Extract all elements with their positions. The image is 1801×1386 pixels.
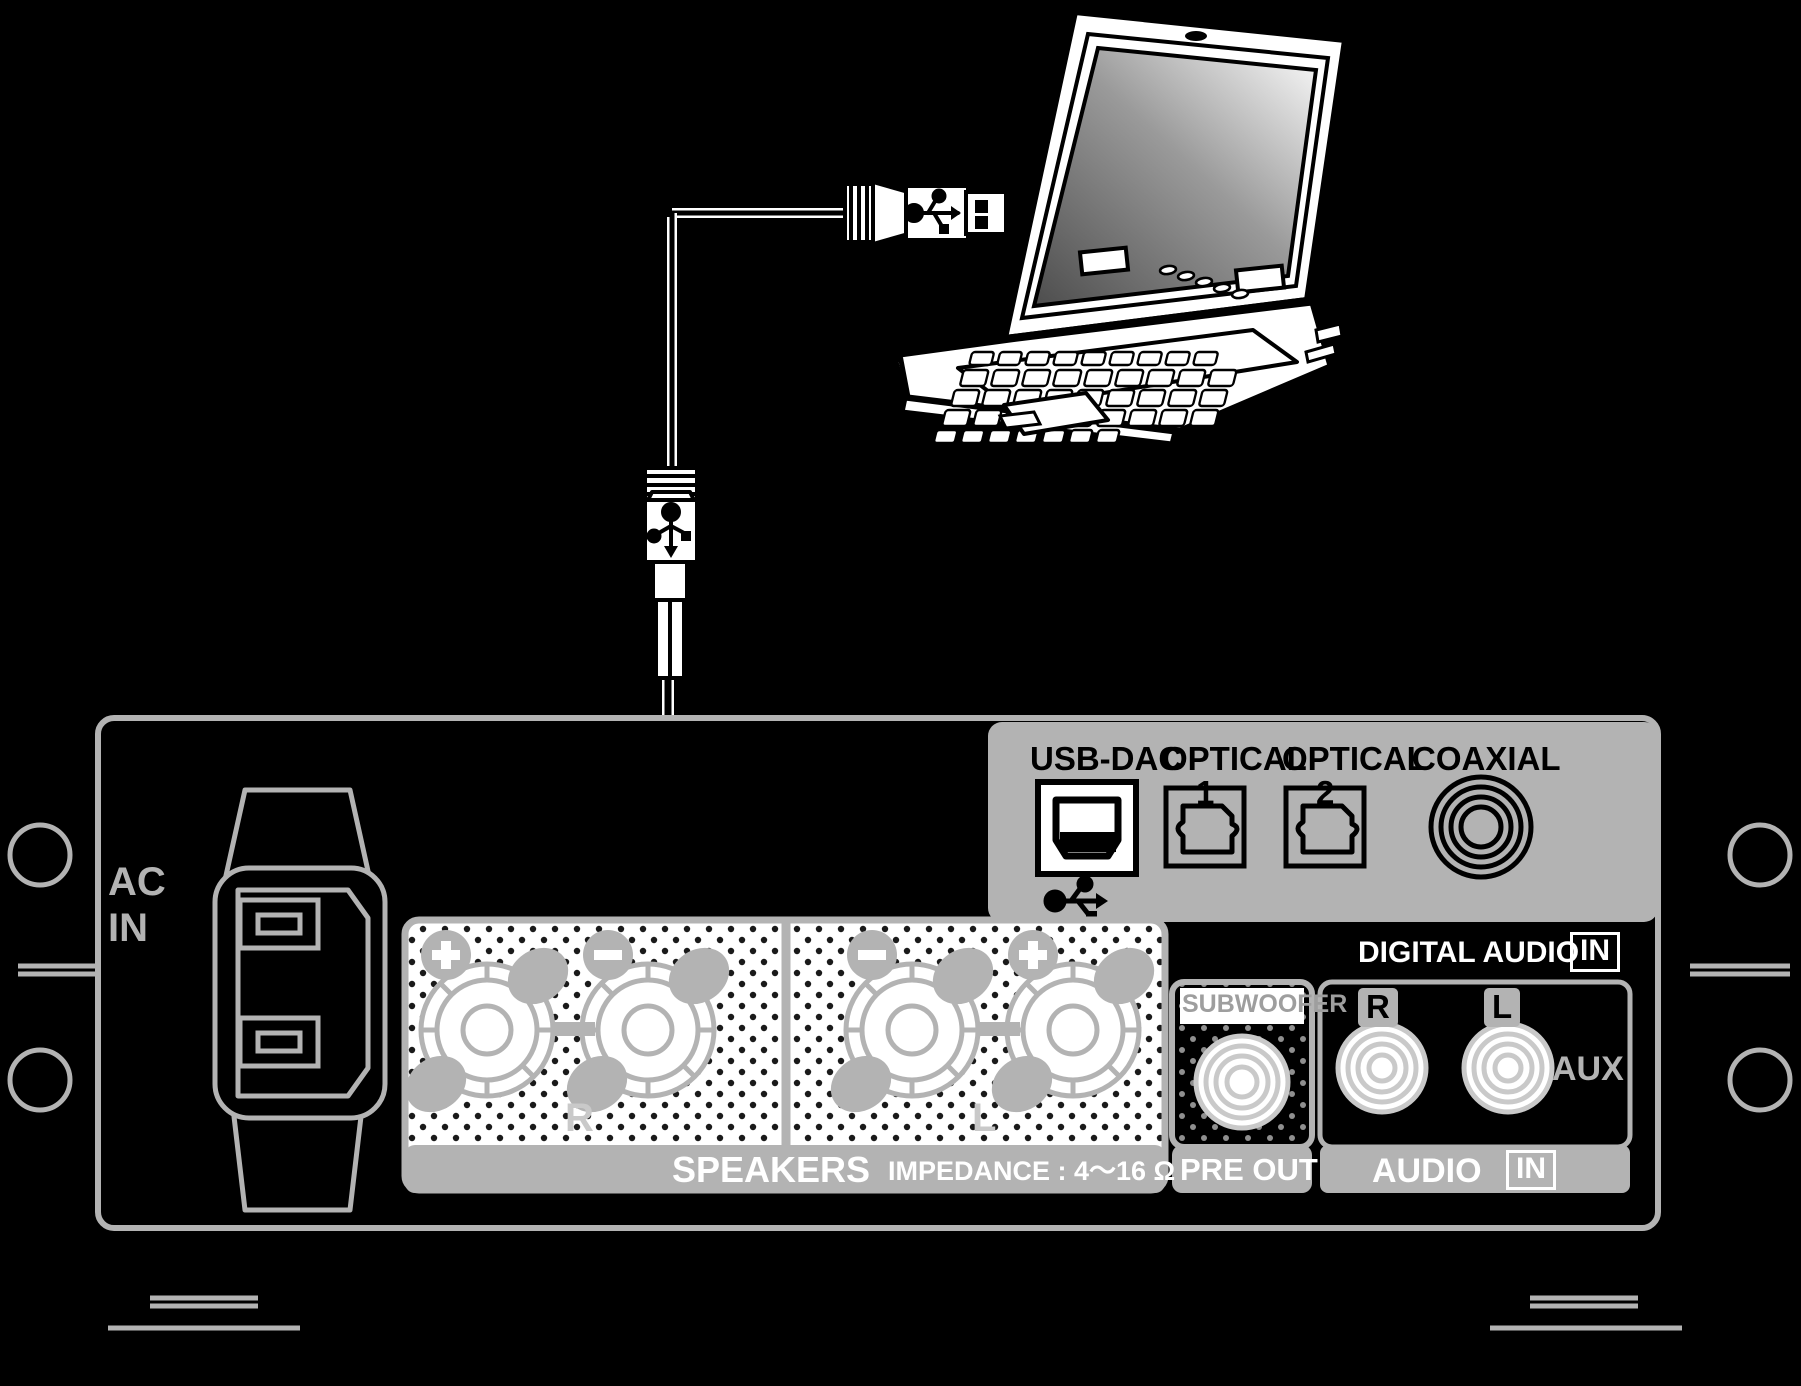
digital-audio-footer-label: DIGITAL AUDIO: [1358, 936, 1580, 969]
diagram-canvas: AC IN USB-DAC OPTICAL 1 OPTICAL 2 COAXIA…: [0, 0, 1801, 1386]
audio-in-l-label: L: [1484, 988, 1521, 1027]
speakers-impedance-label: IMPEDANCE : 4〜16 Ω: [888, 1156, 1176, 1186]
ac-inlet-socket: [212, 787, 388, 1213]
optical-1-number: 1: [1196, 774, 1215, 811]
subwoofer-jack: [1193, 1033, 1291, 1131]
usb-dac-label: USB-DAC: [1030, 740, 1183, 777]
aux-source-label: AUX: [1552, 1050, 1624, 1088]
audio-in-section-badge: IN: [1506, 1150, 1556, 1190]
optical-2-number: 2: [1316, 774, 1335, 811]
speakers-section-label: SPEAKERS: [672, 1149, 871, 1190]
audio-in-r-label: R: [1358, 988, 1398, 1027]
ac-in-label-line2: IN: [108, 906, 148, 950]
speaker-channel-l-label: L: [972, 1096, 997, 1140]
audio-in-section-label: AUDIO: [1372, 1152, 1482, 1190]
optical-2-label: OPTICAL: [1282, 740, 1427, 777]
ac-in-label-line1: AC: [108, 860, 166, 904]
audio-in-l-jack: [1461, 1021, 1555, 1115]
usb-type-a-connector: [843, 179, 1008, 247]
pre-out-section-label: PRE OUT: [1180, 1152, 1318, 1187]
speaker-channel-r-label: R: [565, 1096, 594, 1140]
usb-dac-jack: [1035, 779, 1139, 877]
audio-in-r-jack: [1335, 1021, 1429, 1115]
subwoofer-jack-label: SUBWOOFER: [1182, 990, 1348, 1018]
digital-audio-in-badge: IN: [1570, 932, 1620, 972]
coaxial-label: COAXIAL: [1412, 740, 1561, 777]
